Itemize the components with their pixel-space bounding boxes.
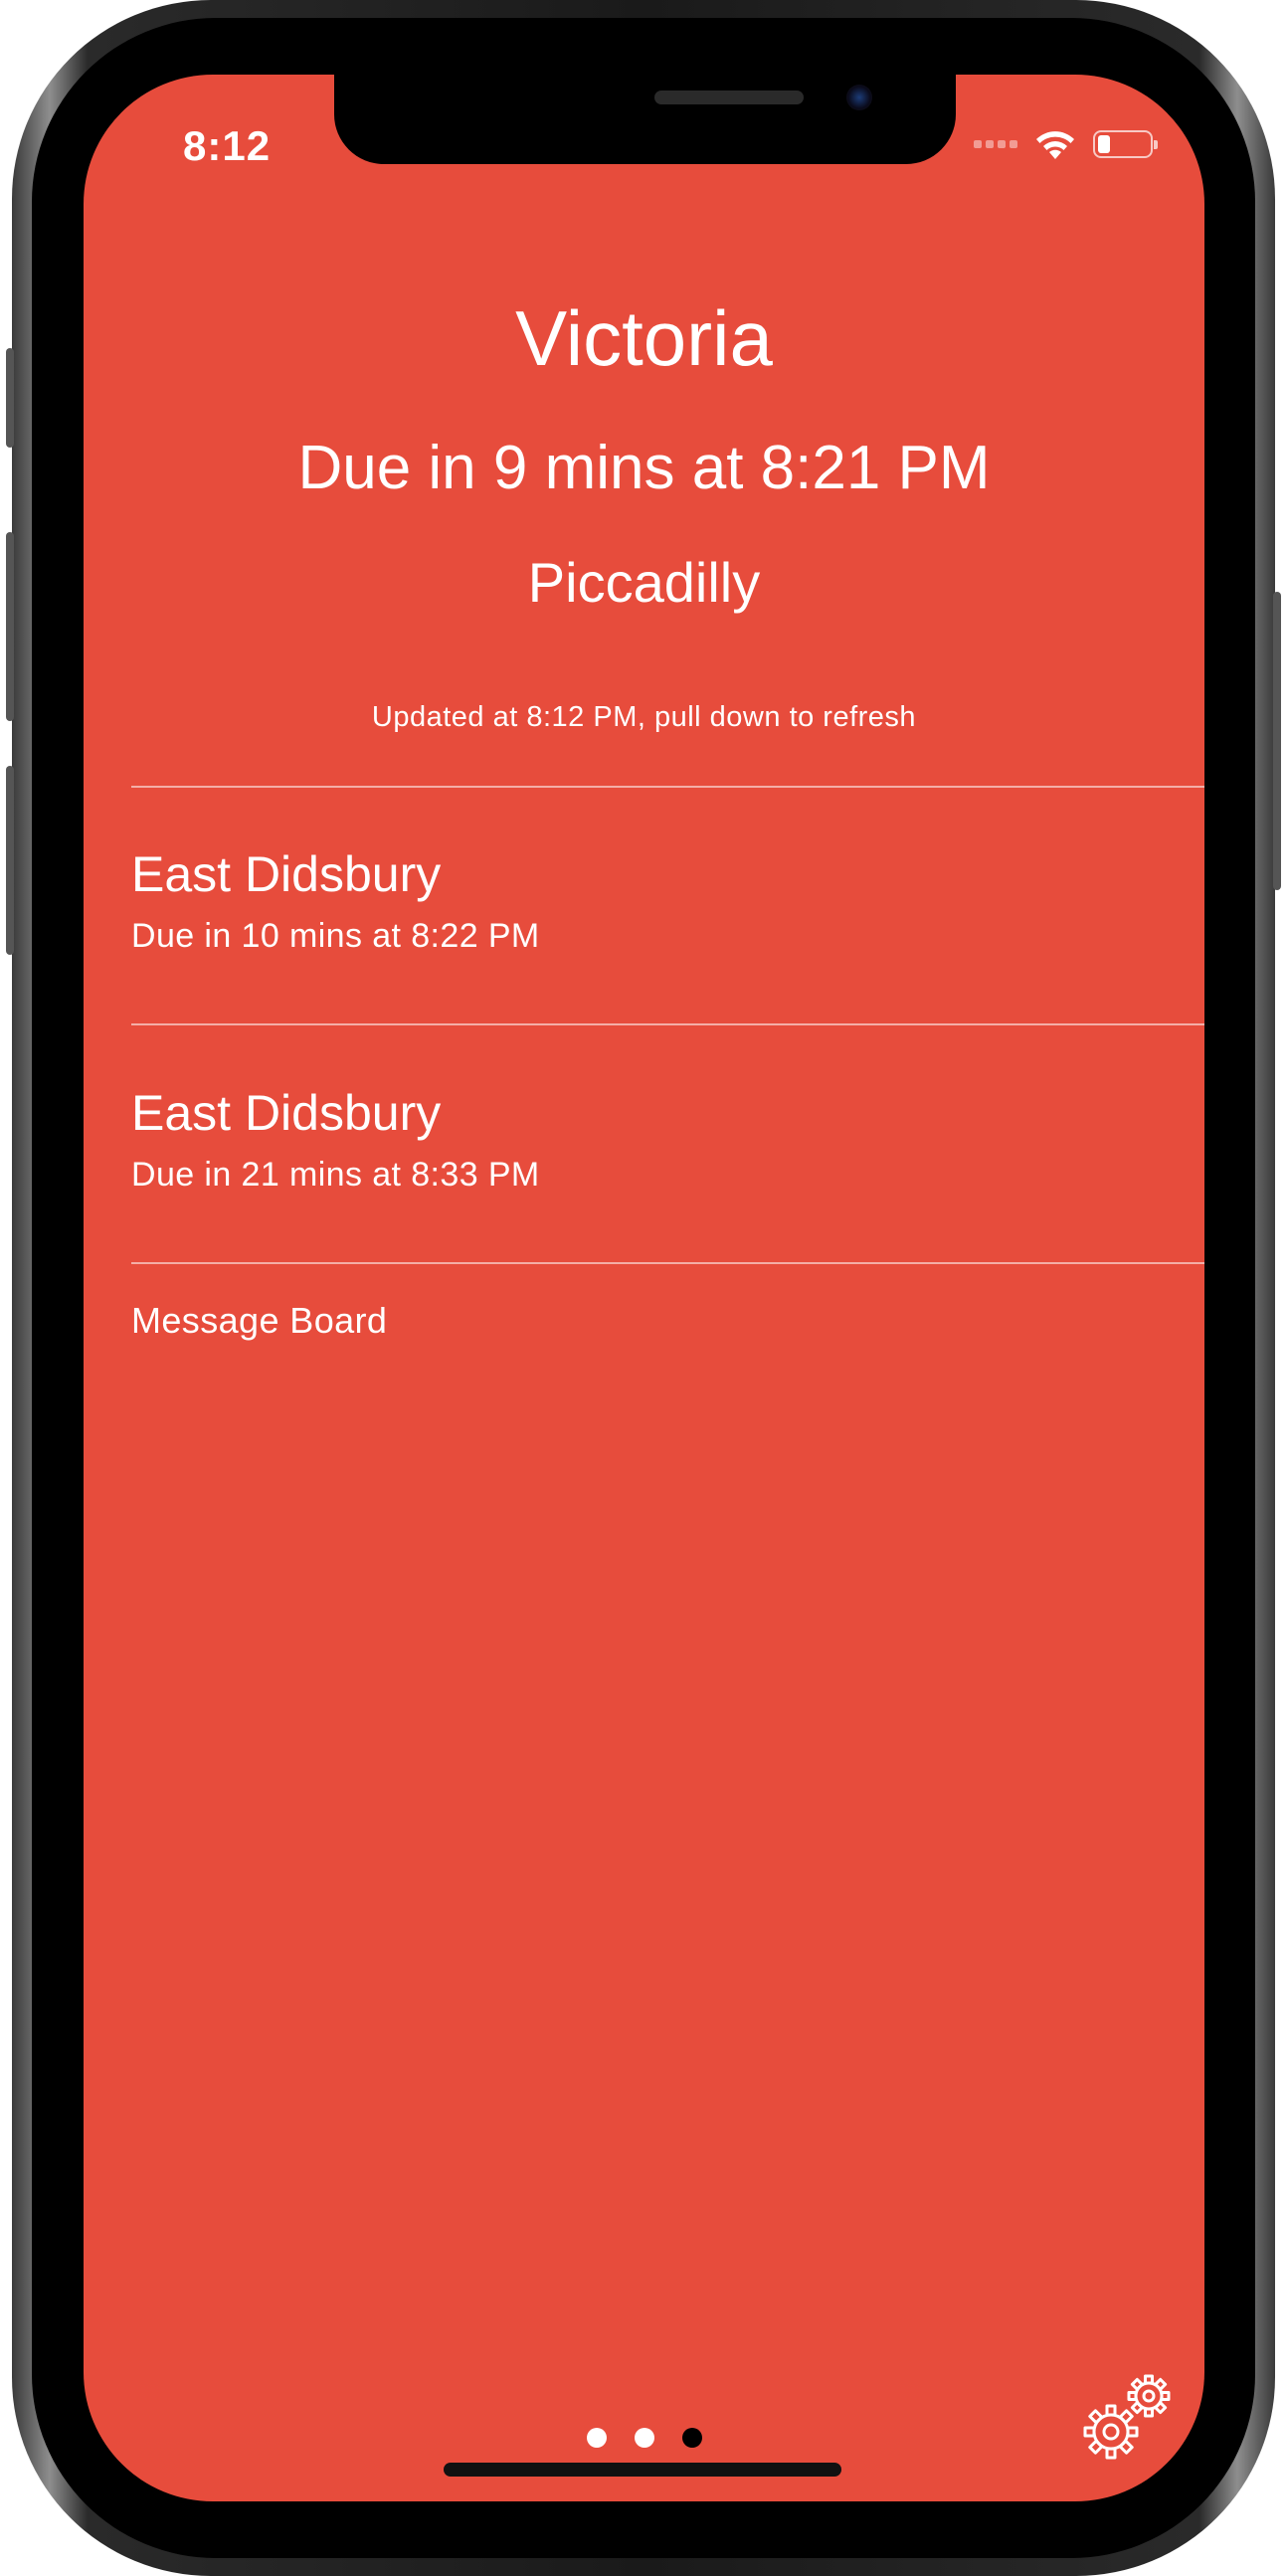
volume-down-button xyxy=(6,766,14,955)
tram-due-time: Due in 21 mins at 8:33 PM xyxy=(131,1156,540,1194)
gears-icon[interactable] xyxy=(1077,2368,1177,2468)
tram-destination: East Didsbury xyxy=(131,1085,442,1141)
divider xyxy=(131,1262,1204,1264)
front-camera xyxy=(846,85,872,110)
page-dot-active[interactable] xyxy=(681,2428,702,2448)
volume-up-button xyxy=(6,532,14,721)
page-dot[interactable] xyxy=(586,2428,607,2448)
status-icons xyxy=(974,124,1158,164)
next-due-time: Due in 9 mins at 8:21 PM xyxy=(297,434,991,502)
tram-due-time: Due in 10 mins at 8:22 PM xyxy=(131,917,540,955)
mute-switch xyxy=(6,348,14,448)
signal-icon xyxy=(974,140,1017,148)
tram-list-item[interactable]: East Didsbury Due in 10 mins at 8:22 PM xyxy=(131,845,540,956)
status-time: 8:12 xyxy=(183,122,272,169)
page-dot[interactable] xyxy=(634,2428,654,2448)
notch xyxy=(334,75,956,164)
home-indicator[interactable] xyxy=(444,2463,841,2477)
divider xyxy=(131,786,1204,788)
wifi-icon xyxy=(1033,127,1077,161)
station-name: Victoria xyxy=(515,294,773,382)
tram-destination: East Didsbury xyxy=(131,846,442,902)
divider xyxy=(131,1023,1204,1025)
page-indicator[interactable] xyxy=(84,2428,1204,2448)
tram-list-item[interactable]: East Didsbury Due in 21 mins at 8:33 PM xyxy=(131,1084,540,1195)
next-destination: Piccadilly xyxy=(527,551,761,614)
speaker-grille xyxy=(654,91,804,104)
app-screen: 8:12 Victoria Due in 9 mins at 8:21 PM P… xyxy=(84,75,1204,2501)
power-button xyxy=(1273,592,1281,890)
message-board-label: Message Board xyxy=(131,1300,388,1341)
battery-icon xyxy=(1093,130,1158,158)
updated-note: Updated at 8:12 PM, pull down to refresh xyxy=(371,701,917,733)
